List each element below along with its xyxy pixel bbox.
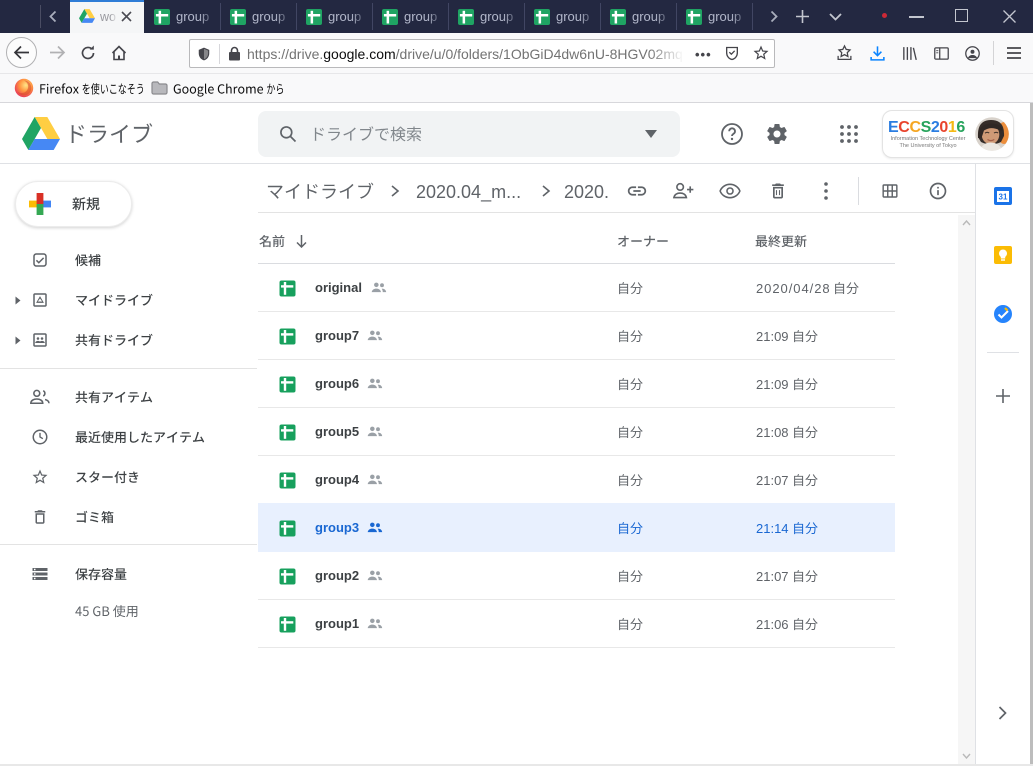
svg-text:31: 31 bbox=[999, 193, 1008, 202]
